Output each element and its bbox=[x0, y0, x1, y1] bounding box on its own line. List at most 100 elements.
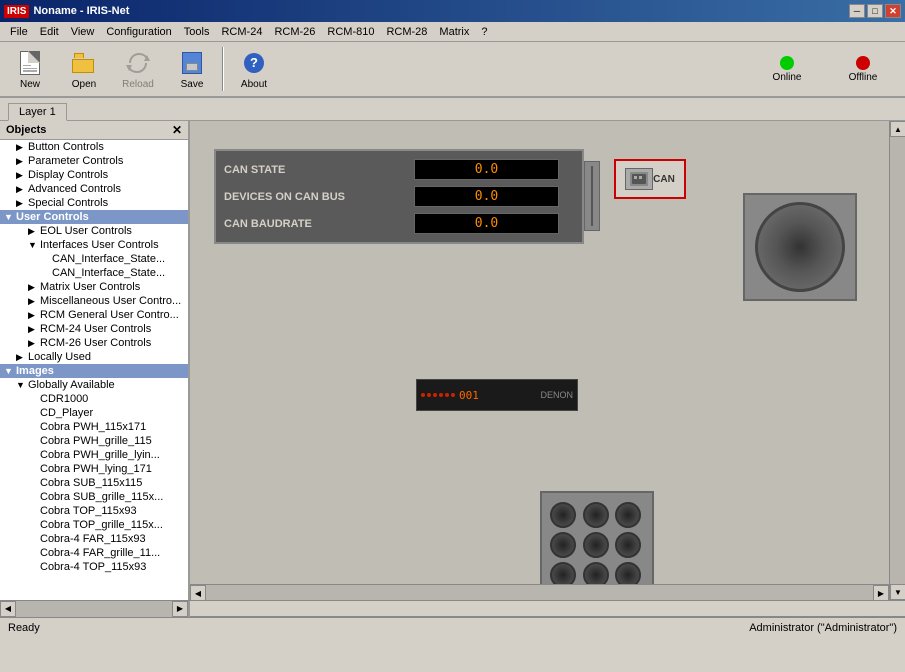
tree-label-can-interface-state-2: CAN_Interface_State... bbox=[52, 267, 165, 279]
scroll-h-track[interactable] bbox=[206, 585, 873, 600]
tree-arrow-rcm24-user-controls[interactable]: ▶ bbox=[28, 324, 40, 335]
scroll-v-track[interactable] bbox=[890, 137, 905, 584]
tree-item-cobra-4-far-grille-11[interactable]: Cobra-4 FAR_grille_11... bbox=[0, 546, 188, 560]
left-panel-hscroll[interactable]: ◀ ▶ bbox=[0, 601, 190, 617]
left-scroll-left[interactable]: ◀ bbox=[0, 601, 16, 617]
tree-arrow-advanced-controls[interactable]: ▶ bbox=[16, 184, 28, 195]
menu-configuration[interactable]: Configuration bbox=[100, 25, 177, 39]
tree-arrow-locally-used[interactable]: ▶ bbox=[16, 352, 28, 363]
tree-item-cobra-top-grille-115[interactable]: Cobra TOP_grille_115x... bbox=[0, 518, 188, 532]
tree-item-can-interface-state-2[interactable]: CAN_Interface_State... bbox=[0, 266, 188, 280]
tree-arrow-interfaces-user-controls[interactable]: ▼ bbox=[28, 240, 40, 250]
tree-item-matrix-user-controls[interactable]: ▶Matrix User Controls bbox=[0, 280, 188, 294]
tree-item-images[interactable]: ▼Images bbox=[0, 364, 188, 378]
menu-matrix[interactable]: Matrix bbox=[433, 25, 475, 39]
tree-item-cd-player[interactable]: CD_Player bbox=[0, 406, 188, 420]
speaker-cell-0 bbox=[550, 502, 576, 528]
scroll-right-button[interactable]: ▶ bbox=[873, 585, 889, 600]
tree-item-advanced-controls[interactable]: ▶Advanced Controls bbox=[0, 182, 188, 196]
left-scroll-right[interactable]: ▶ bbox=[172, 601, 188, 617]
tree-label-cobra-4-top-115x93: Cobra-4 TOP_115x93 bbox=[40, 561, 146, 573]
tree-label-cobra-pwh-115x171: Cobra PWH_115x171 bbox=[40, 421, 146, 433]
scroll-left-button[interactable]: ◀ bbox=[190, 585, 206, 600]
title-bar-left: IRIS Noname - IRIS-Net bbox=[4, 5, 129, 18]
close-panel-button[interactable]: ✕ bbox=[172, 123, 182, 137]
tree-label-parameter-controls: Parameter Controls bbox=[28, 155, 123, 167]
tree-item-eol-user-controls[interactable]: ▶EOL User Controls bbox=[0, 224, 188, 238]
tree-item-display-controls[interactable]: ▶Display Controls bbox=[0, 168, 188, 182]
reload-button[interactable]: Reload bbox=[112, 45, 164, 93]
tree-arrow-rcm26-user-controls[interactable]: ▶ bbox=[28, 338, 40, 349]
tree-item-cobra-4-top-115x93[interactable]: Cobra-4 TOP_115x93 bbox=[0, 560, 188, 574]
tree-item-cobra-pwh-grille-lying[interactable]: Cobra PWH_grille_lyin... bbox=[0, 448, 188, 462]
tree-item-misc-user-controls[interactable]: ▶Miscellaneous User Contro... bbox=[0, 294, 188, 308]
title-bar: IRIS Noname - IRIS-Net ─ □ ✕ bbox=[0, 0, 905, 22]
online-button[interactable]: Online bbox=[757, 56, 817, 83]
tree-item-user-controls[interactable]: ▼User Controls bbox=[0, 210, 188, 224]
tree-item-parameter-controls[interactable]: ▶Parameter Controls bbox=[0, 154, 188, 168]
tab-layer1[interactable]: Layer 1 bbox=[8, 103, 67, 121]
cd-player-widget[interactable]: 001 DENON bbox=[416, 379, 578, 411]
vertical-scrollbar[interactable]: ▲ ▼ bbox=[889, 121, 905, 600]
tree-item-globally-available[interactable]: ▼Globally Available bbox=[0, 378, 188, 392]
title-bar-controls[interactable]: ─ □ ✕ bbox=[849, 4, 901, 18]
tree-arrow-display-controls[interactable]: ▶ bbox=[16, 170, 28, 181]
menu-rcm810[interactable]: RCM-810 bbox=[321, 25, 380, 39]
tree-item-special-controls[interactable]: ▶Special Controls bbox=[0, 196, 188, 210]
save-button[interactable]: Save bbox=[166, 45, 218, 93]
tree-item-can-interface-state-1[interactable]: CAN_Interface_State... bbox=[0, 252, 188, 266]
tree-item-cdr1000[interactable]: CDR1000 bbox=[0, 392, 188, 406]
can-icon-button[interactable]: CAN bbox=[614, 159, 686, 199]
online-indicator bbox=[780, 56, 794, 70]
minimize-button[interactable]: ─ bbox=[849, 4, 865, 18]
tree-item-cobra-pwh-115x171[interactable]: Cobra PWH_115x171 bbox=[0, 420, 188, 434]
tree-arrow-eol-user-controls[interactable]: ▶ bbox=[28, 226, 40, 237]
app-icon: IRIS bbox=[4, 5, 29, 18]
speaker-grid bbox=[542, 494, 652, 596]
new-button[interactable]: New bbox=[4, 45, 56, 93]
scroll-up-button[interactable]: ▲ bbox=[890, 121, 905, 137]
speaker-cell-4 bbox=[583, 532, 609, 558]
close-button[interactable]: ✕ bbox=[885, 4, 901, 18]
tree-item-interfaces-user-controls[interactable]: ▼Interfaces User Controls bbox=[0, 238, 188, 252]
tree-item-rcm-general-controls[interactable]: ▶RCM General User Contro... bbox=[0, 308, 188, 322]
tree-item-cobra-sub-grille-115[interactable]: Cobra SUB_grille_115x... bbox=[0, 490, 188, 504]
left-scroll-track[interactable] bbox=[16, 601, 172, 617]
scroll-down-button[interactable]: ▼ bbox=[890, 584, 905, 600]
menu-file[interactable]: File bbox=[4, 25, 34, 39]
menu-rcm24[interactable]: RCM-24 bbox=[215, 25, 268, 39]
tree-arrow-misc-user-controls[interactable]: ▶ bbox=[28, 296, 40, 307]
tree-label-globally-available: Globally Available bbox=[28, 379, 115, 391]
tree-arrow-parameter-controls[interactable]: ▶ bbox=[16, 156, 28, 167]
tree-arrow-special-controls[interactable]: ▶ bbox=[16, 198, 28, 209]
tree-item-button-controls[interactable]: ▶Button Controls bbox=[0, 140, 188, 154]
menu-view[interactable]: View bbox=[65, 25, 101, 39]
open-button[interactable]: Open bbox=[58, 45, 110, 93]
tree-arrow-matrix-user-controls[interactable]: ▶ bbox=[28, 282, 40, 293]
tree-item-cobra-pwh-grille-115[interactable]: Cobra PWH_grille_115 bbox=[0, 434, 188, 448]
tree-scroll[interactable]: ▶Button Controls▶Parameter Controls▶Disp… bbox=[0, 140, 188, 600]
tree-arrow-images[interactable]: ▼ bbox=[4, 366, 16, 376]
canvas-horizontal-scrollbar[interactable]: ◀ ▶ bbox=[190, 584, 889, 600]
about-button[interactable]: ? About bbox=[228, 45, 280, 93]
tree-item-cobra-4-far-115x93[interactable]: Cobra-4 FAR_115x93 bbox=[0, 532, 188, 546]
maximize-button[interactable]: □ bbox=[867, 4, 883, 18]
menu-edit[interactable]: Edit bbox=[34, 25, 65, 39]
menu-help[interactable]: ? bbox=[475, 25, 493, 39]
tree-arrow-rcm-general-controls[interactable]: ▶ bbox=[28, 310, 40, 321]
tree-arrow-globally-available[interactable]: ▼ bbox=[16, 380, 28, 390]
can-connector bbox=[584, 161, 600, 231]
tree-item-cobra-top-115x93[interactable]: Cobra TOP_115x93 bbox=[0, 504, 188, 518]
tree-item-rcm24-user-controls[interactable]: ▶RCM-24 User Controls bbox=[0, 322, 188, 336]
tree-item-cobra-pwh-lying-171[interactable]: Cobra PWH_lying_171 bbox=[0, 462, 188, 476]
menu-rcm28[interactable]: RCM-28 bbox=[380, 25, 433, 39]
tree-arrow-user-controls[interactable]: ▼ bbox=[4, 212, 16, 222]
tree-arrow-button-controls[interactable]: ▶ bbox=[16, 142, 28, 153]
toolbar-right: Online Offline bbox=[757, 56, 901, 83]
menu-rcm26[interactable]: RCM-26 bbox=[268, 25, 321, 39]
menu-tools[interactable]: Tools bbox=[178, 25, 216, 39]
tree-item-locally-used[interactable]: ▶Locally Used bbox=[0, 350, 188, 364]
offline-button[interactable]: Offline bbox=[833, 56, 893, 83]
tree-item-rcm26-user-controls[interactable]: ▶RCM-26 User Controls bbox=[0, 336, 188, 350]
tree-item-cobra-sub-115x115[interactable]: Cobra SUB_115x115 bbox=[0, 476, 188, 490]
